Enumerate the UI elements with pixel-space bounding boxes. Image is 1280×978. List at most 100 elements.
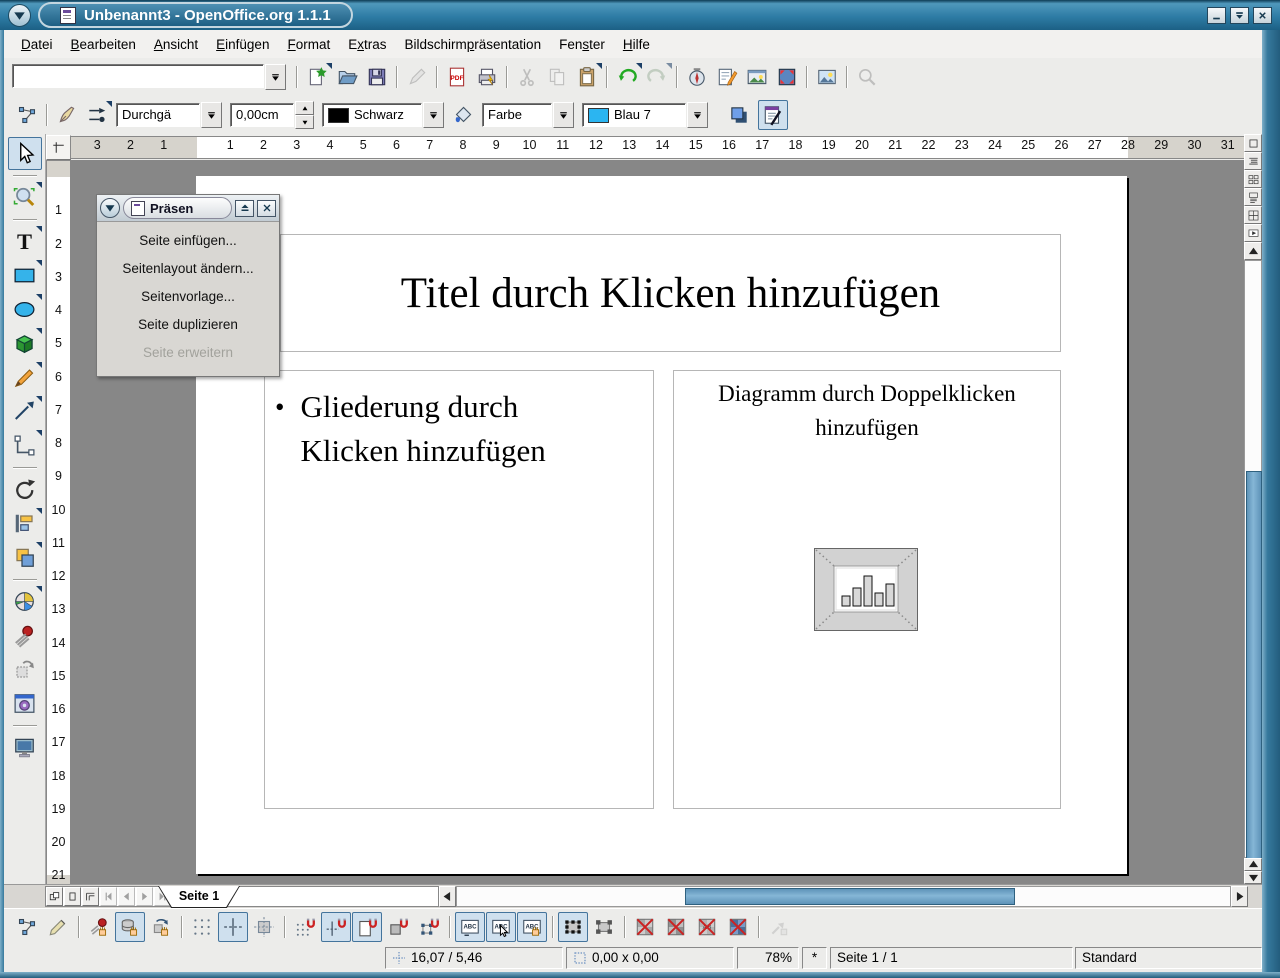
- line-style-combo[interactable]: Durchgä: [116, 102, 222, 128]
- url-dropdown-button[interactable]: [265, 64, 286, 90]
- horizontal-scroll-track[interactable]: [456, 886, 1231, 907]
- stylist-icon[interactable]: [712, 62, 742, 92]
- pen-icon[interactable]: [52, 100, 82, 130]
- line-style-dropdown-button[interactable]: [201, 102, 222, 128]
- menu-einfgen[interactable]: Einfügen: [207, 37, 278, 52]
- spin-up-button[interactable]: [295, 101, 314, 115]
- workspace[interactable]: Titel durch Klicken hinzufügen • Glieder…: [70, 160, 1244, 884]
- ellipse-icon[interactable]: [8, 293, 42, 326]
- navigator-icon[interactable]: [682, 62, 712, 92]
- ph-line-icon[interactable]: [723, 912, 753, 942]
- helplines-icon[interactable]: [249, 912, 279, 942]
- dbl-click-text-icon[interactable]: ABC: [517, 912, 547, 942]
- stack-hand-icon[interactable]: [115, 912, 145, 942]
- scroll-down-button[interactable]: [1244, 871, 1262, 884]
- fill-color-dropdown-button[interactable]: [687, 102, 708, 128]
- rectangle-icon[interactable]: [8, 259, 42, 292]
- presentation-floating-toolbar[interactable]: Präsen Seite einfügen...Seitenlayout änd…: [96, 194, 280, 377]
- print-icon[interactable]: [472, 62, 502, 92]
- v-handout-icon[interactable]: [1244, 206, 1262, 224]
- vertical-scroll-thumb[interactable]: [1246, 471, 1262, 859]
- vertical-ruler[interactable]: 123456789101112131415161718192021: [46, 160, 71, 886]
- float-rollup-button[interactable]: [235, 200, 254, 217]
- scroll-right-button[interactable]: [1231, 886, 1248, 907]
- snap-points-icon[interactable]: [414, 912, 444, 942]
- fill-style-combo[interactable]: Farbe: [482, 102, 574, 128]
- menu-fenster[interactable]: Fenster: [550, 37, 614, 52]
- float-title-bar[interactable]: Präsen: [97, 195, 279, 222]
- gallery-icon[interactable]: [742, 62, 772, 92]
- float-close-button[interactable]: [257, 200, 276, 217]
- presentation-box-icon[interactable]: [758, 100, 788, 130]
- snap-margins-icon[interactable]: [352, 912, 382, 942]
- float-item[interactable]: Seitenlayout ändern...: [97, 255, 279, 283]
- page-style-cell[interactable]: Standard: [1075, 947, 1262, 969]
- menu-extras[interactable]: Extras: [339, 37, 395, 52]
- zoom-tool-icon[interactable]: [8, 181, 42, 214]
- zoom-page-icon[interactable]: [772, 62, 802, 92]
- ruler-origin-button[interactable]: [46, 135, 71, 160]
- effects-3d-icon[interactable]: [8, 687, 42, 720]
- snap-border-icon[interactable]: [383, 912, 413, 942]
- quick-edit-icon[interactable]: ABC: [455, 912, 485, 942]
- v-start-icon[interactable]: [1244, 224, 1262, 242]
- horizontal-ruler[interactable]: 3211234567891011121314151617181920212223…: [70, 136, 1246, 159]
- edit-points2-icon[interactable]: [12, 100, 42, 130]
- horizontal-scroll-thumb[interactable]: [685, 888, 1015, 905]
- spin-down-button[interactable]: [295, 115, 314, 129]
- close-button[interactable]: [1253, 7, 1272, 24]
- vertical-scrollbar[interactable]: [1244, 134, 1262, 884]
- effects-icon[interactable]: [8, 619, 42, 652]
- ph-picture-icon[interactable]: [630, 912, 660, 942]
- connector-icon[interactable]: [8, 429, 42, 462]
- fill-style-dropdown-button[interactable]: [553, 102, 574, 128]
- arrange-icon[interactable]: [8, 541, 42, 574]
- snap-grid-icon[interactable]: [290, 912, 320, 942]
- menu-hilfe[interactable]: Hilfe: [614, 37, 659, 52]
- handles-large-icon[interactable]: [589, 912, 619, 942]
- ph-contour-icon[interactable]: [661, 912, 691, 942]
- slide-canvas[interactable]: Titel durch Klicken hinzufügen • Glieder…: [196, 176, 1127, 874]
- rotate-hand-icon[interactable]: [146, 912, 176, 942]
- mode-b-icon[interactable]: [64, 887, 81, 906]
- line-color-dropdown-button[interactable]: [423, 102, 444, 128]
- rotate-icon[interactable]: [8, 473, 42, 506]
- interaction-icon[interactable]: [8, 653, 42, 686]
- save-icon[interactable]: [362, 62, 392, 92]
- scroll-left-button[interactable]: [439, 886, 456, 907]
- v-slide-icon[interactable]: [1244, 170, 1262, 188]
- snap-lines-icon[interactable]: [321, 912, 351, 942]
- horizontal-scrollbar[interactable]: [439, 886, 1248, 907]
- mode-c-icon[interactable]: [82, 887, 99, 906]
- new-document-icon[interactable]: [302, 62, 332, 92]
- grid-icon[interactable]: [187, 912, 217, 942]
- open-icon[interactable]: [332, 62, 362, 92]
- mode-a-icon[interactable]: [46, 887, 63, 906]
- line-width-spinner[interactable]: 0,00cm: [230, 101, 314, 129]
- menu-bearbeiten[interactable]: Bearbeiten: [62, 37, 145, 52]
- menu-format[interactable]: Format: [278, 37, 339, 52]
- float-item[interactable]: Seitenvorlage...: [97, 283, 279, 311]
- insert-graphics-icon[interactable]: [812, 62, 842, 92]
- select-text-icon[interactable]: ABC: [486, 912, 516, 942]
- ph-text-icon[interactable]: AB: [692, 912, 722, 942]
- line-color-combo[interactable]: Schwarz: [322, 102, 444, 128]
- minimize-button[interactable]: [1207, 7, 1226, 24]
- snaplines-icon[interactable]: [218, 912, 248, 942]
- zoom-level-cell[interactable]: 78%: [737, 947, 799, 969]
- paint-can-icon[interactable]: [448, 100, 478, 130]
- outline-placeholder[interactable]: • Gliederung durch Klicken hinzufügen: [264, 370, 654, 809]
- paste-icon[interactable]: [572, 62, 602, 92]
- title-placeholder[interactable]: Titel durch Klicken hinzufügen: [280, 234, 1061, 352]
- fill-color-combo[interactable]: Blau 7: [582, 102, 708, 128]
- alignment-icon[interactable]: [8, 507, 42, 540]
- select-icon[interactable]: [8, 137, 42, 170]
- export-pdf-icon[interactable]: PDF: [442, 62, 472, 92]
- presentation-icon[interactable]: [8, 731, 42, 764]
- chart-placeholder[interactable]: Diagramm durch Doppelklicken hinzufügen: [673, 370, 1061, 809]
- curve-icon[interactable]: [8, 361, 42, 394]
- lines-arrows-icon[interactable]: [8, 395, 42, 428]
- objects-3d-icon[interactable]: [8, 327, 42, 360]
- menu-datei[interactable]: Datei: [12, 37, 62, 52]
- v-outline-icon[interactable]: [1244, 152, 1262, 170]
